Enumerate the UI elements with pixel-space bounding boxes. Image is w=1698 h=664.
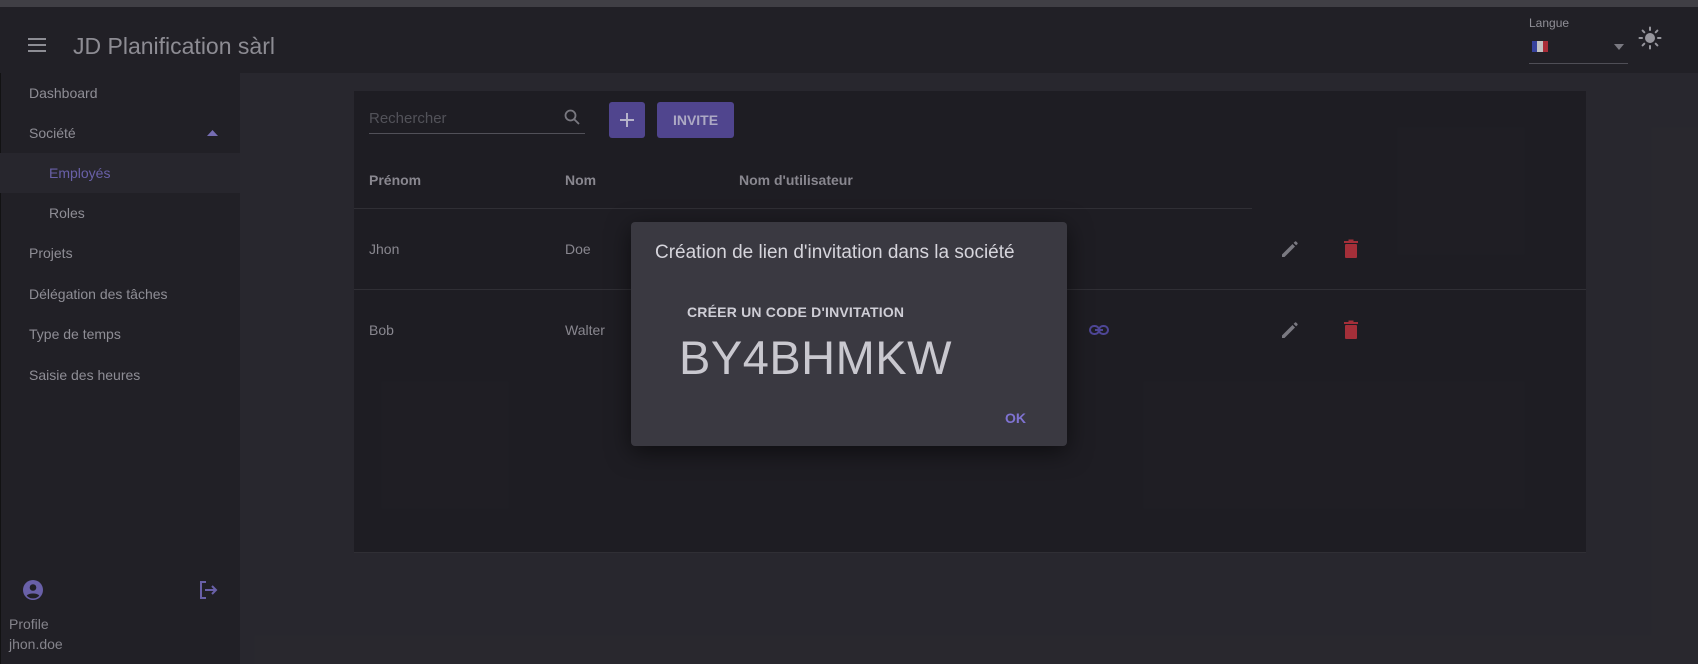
invite-dialog: Création de lien d'invitation dans la so… — [631, 222, 1067, 446]
dialog-title: Création de lien d'invitation dans la so… — [655, 242, 1015, 263]
create-invite-code-button[interactable]: CRÉER UN CODE D'INVITATION — [687, 304, 904, 320]
ok-button[interactable]: OK — [1005, 410, 1026, 426]
invite-code: BY4BHMKW — [679, 331, 952, 384]
